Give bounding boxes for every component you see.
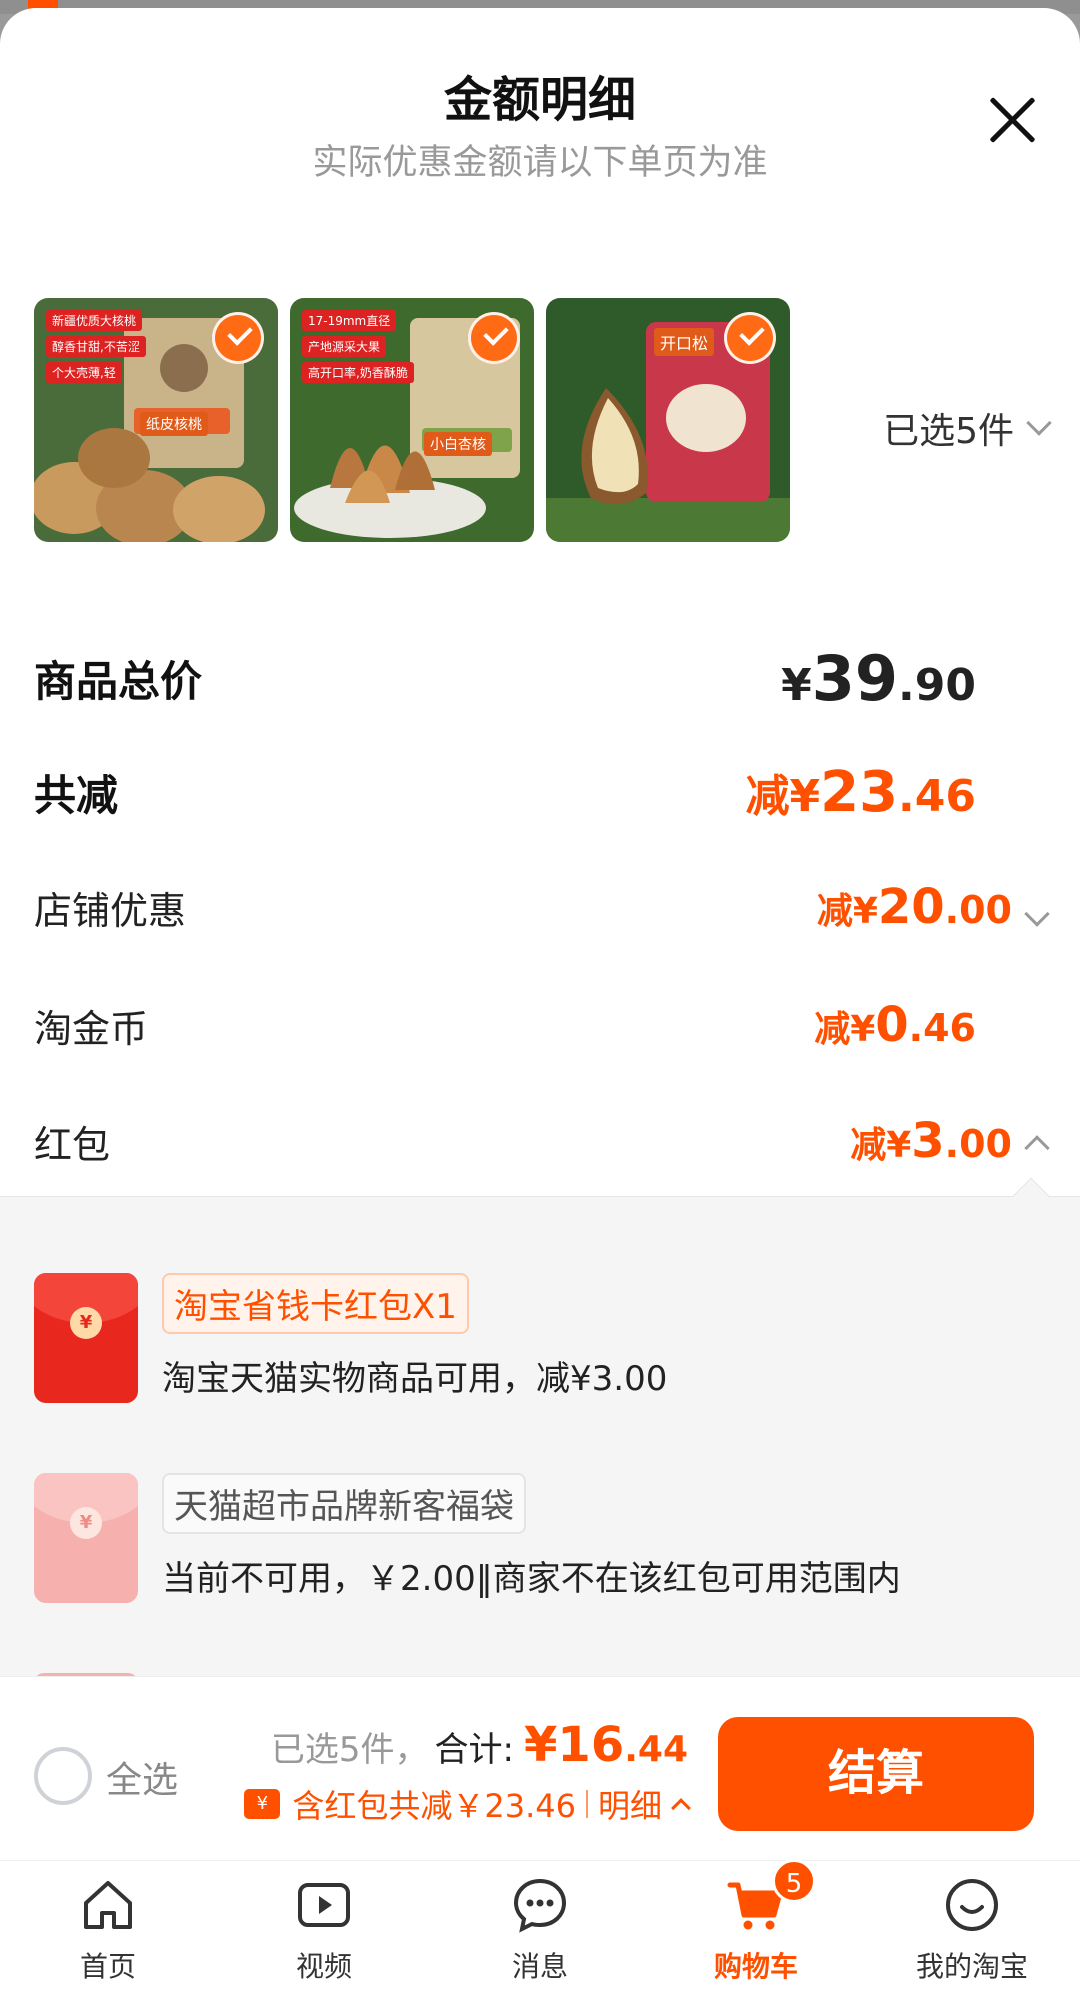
checkout-bar: 全选 已选5件， 合计: ¥16 .44 ¥ 含红包共减￥23.46 明细 结算 [0,1676,1080,1860]
row-total-discount: 共减 减¥ 23 .46 [34,752,1046,832]
selected-count-toggle[interactable]: 已选5件 [883,402,1052,454]
select-all-radio[interactable] [34,1747,92,1805]
tab-label: 首页 [79,1950,136,1983]
bottom-tabbar: 首页 视频 消息 5 购物车 我的淘宝 [0,1859,1080,1990]
product-tag: 新疆优质大核桃 [46,310,143,331]
total-amount-decimal: .44 [624,1729,688,1770]
video-icon [298,1883,350,1927]
row-redpacket[interactable]: 红包 减¥ 3 .00 [34,1106,1050,1176]
redpacket-item: ¥ 天猫超市品牌新客福袋 当前不可用，￥2.00‖商家不在该红包可用范围内 [34,1473,1044,1603]
tab-label: 消息 [511,1950,568,1983]
redpacket-icon: ¥ [34,1473,138,1603]
tab-my-taobao[interactable]: 我的淘宝 [864,1861,1080,1990]
tab-messages[interactable]: 消息 [432,1861,648,1990]
redpacket-icon: ¥ [34,1273,138,1403]
store-discount-label: 店铺优惠 [34,888,187,933]
product-name: 开口松 [654,328,715,356]
redpacket-desc: 当前不可用，￥2.00‖商家不在该红包可用范围内 [162,1559,901,1599]
total-amount-integer: ¥16 [524,1717,625,1773]
tab-video[interactable]: 视频 [216,1861,432,1990]
redpacket-tag: 淘宝省钱卡红包X1 [162,1273,469,1334]
chevron-up-icon [671,1798,691,1818]
amount-detail-sheet: 金额明细 实际优惠金额请以下单页为准 新疆优质大核桃 醇香甘甜,不苦涩 个大壳薄… [0,8,1080,1990]
selected-check-icon[interactable] [212,312,264,364]
redpacket-desc: 淘宝天猫实物商品可用，减¥3.00 [162,1359,668,1399]
redpacket-label: 红包 [34,1122,111,1167]
discount-note: 含红包共减￥23.46 [292,1787,576,1825]
product-tag: 醇香甘甜,不苦涩 [46,336,146,357]
product-tag: 产地源采大果 [302,336,387,357]
discount-detail-link[interactable]: ¥ 含红包共减￥23.46 明细 [244,1781,691,1827]
redpacket-list-panel: ¥ 淘宝省钱卡红包X1 淘宝天猫实物商品可用，减¥3.00 ¥ 天猫超市品牌新客… [0,1177,1080,1693]
total-discount-value: 减¥ 23 .46 [745,759,976,825]
sheet-subtitle: 实际优惠金额请以下单页为准 [312,143,768,183]
tab-label: 我的淘宝 [915,1950,1028,1983]
tab-home[interactable]: 首页 [0,1861,216,1990]
cart-count-badge: 5 [772,1859,816,1903]
total-discount-label: 共减 [34,770,119,820]
selected-count-text: 已选5件， [270,1730,429,1770]
product-tag: 个大壳薄,轻 [46,362,122,383]
chevron-down-icon [1024,901,1050,927]
product-thumb-pinenut[interactable]: 开口松 [546,298,790,542]
redpacket-small-icon: ¥ [244,1789,281,1819]
product-name: 纸皮核桃 [140,412,208,436]
redpacket-item: ¥ 淘宝省钱卡红包X1 淘宝天猫实物商品可用，减¥3.00 [34,1273,1044,1403]
total-price-value: ¥ 39 .90 [781,641,976,715]
coins-value: 减¥ 0 .46 [814,997,976,1053]
coins-label: 淘金币 [34,1006,149,1051]
sheet-title: 金额明细 [443,72,636,128]
close-icon[interactable] [984,92,1040,148]
redpacket-tag: 天猫超市品牌新客福袋 [162,1473,526,1534]
sheet-header: 金额明细 实际优惠金额请以下单页为准 [0,8,1080,208]
total-price-label: 商品总价 [34,656,203,706]
selected-check-icon[interactable] [724,312,776,364]
chevron-down-icon [1026,410,1052,436]
message-icon [513,1878,567,1933]
chevron-up-icon [1024,1135,1050,1161]
home-icon [84,1881,132,1929]
select-all-label[interactable]: 全选 [106,1751,178,1803]
product-tag: 17-19mm直径 [302,310,397,331]
row-store-discount[interactable]: 店铺优惠 减¥ 20 .00 [34,872,1050,942]
selected-check-icon[interactable] [468,312,520,364]
product-name: 小白杏核 [424,432,492,456]
selected-count-label: 已选5件 [883,411,1014,452]
product-thumb-apricot[interactable]: 17-19mm直径 产地源采大果 高开口率,奶香酥脆 小白杏核 [290,298,534,542]
checkout-button[interactable]: 结算 [718,1717,1034,1831]
tab-cart[interactable]: 5 购物车 [648,1859,864,1990]
product-thumb-walnut[interactable]: 新疆优质大核桃 醇香甘甜,不苦涩 个大壳薄,轻 纸皮核桃 [34,298,278,542]
price-summary: 已选5件， 合计: ¥16 .44 ¥ 含红包共减￥23.46 明细 [244,1717,691,1827]
row-coins: 淘金币 减¥ 0 .46 [34,990,1046,1060]
product-tag: 高开口率,奶香酥脆 [302,362,414,383]
store-discount-value: 减¥ 20 .00 [817,879,1050,935]
detail-link-label: 明细 [597,1787,662,1825]
profile-icon [946,1879,998,1931]
redpacket-value: 减¥ 3 .00 [850,1113,1050,1169]
total-label: 合计: [434,1730,515,1770]
tab-label: 视频 [295,1950,352,1983]
tab-label: 购物车 [713,1950,798,1983]
row-total-price: 商品总价 ¥ 39 .90 [34,638,1046,718]
